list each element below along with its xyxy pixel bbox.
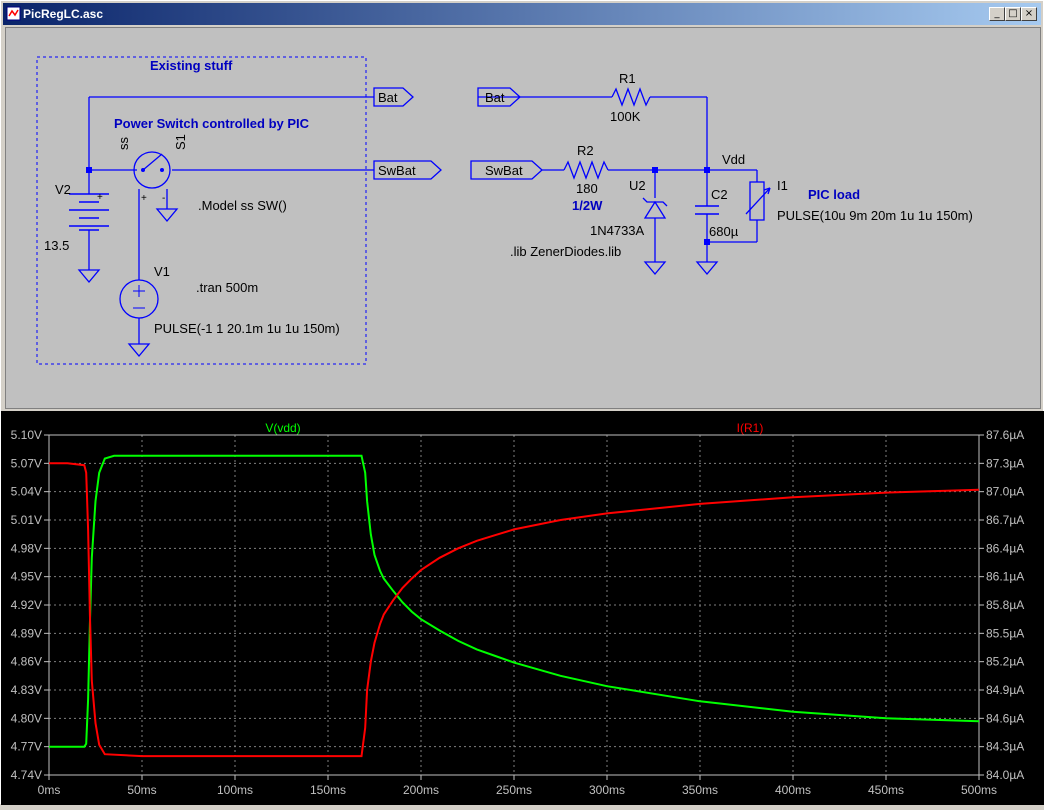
x-tick-label: 500ms [961,783,997,797]
i1-name: I1 [777,178,788,193]
title-bar[interactable]: PicRegLC.asc _ □ × [3,3,1041,25]
schematic-canvas[interactable]: Existing stuff Power Switch controlled b… [6,28,1040,408]
svg-text:SwBat: SwBat [378,163,416,178]
y-left-tick-label: 5.04V [11,485,42,499]
y-right-tick-label: 85.5µA [986,626,1024,640]
svg-text:Bat: Bat [378,90,398,105]
vdd-net-label: Vdd [722,152,745,167]
x-tick-label: 150ms [310,783,346,797]
u2-name: U2 [629,178,646,193]
net-label-bat-out[interactable]: Bat [373,87,414,107]
y-left-tick-label: 4.77V [11,740,42,754]
resistor-r1-symbol[interactable] [611,87,651,107]
net-label-swbat-in[interactable]: SwBat [470,160,543,180]
capacitor-c2-symbol[interactable] [695,205,719,215]
y-right-tick-label: 87.3µA [986,456,1024,470]
r2-value: 180 [576,181,598,196]
x-tick-label: 450ms [868,783,904,797]
x-tick-label: 250ms [496,783,532,797]
zener-diode-symbol[interactable] [642,197,668,219]
c2-value: 680µ [709,224,739,239]
close-button[interactable]: × [1021,7,1037,21]
battery-plus: + [97,192,103,203]
y-left-tick-label: 4.74V [11,768,42,782]
x-tick-label: 300ms [589,783,625,797]
window-title: PicRegLC.asc [23,7,104,21]
c2-name: C2 [711,187,728,202]
y-right-tick-label: 86.7µA [986,513,1024,527]
x-tick-label: 100ms [217,783,253,797]
y-left-tick-label: 4.86V [11,655,42,669]
main-window: PicRegLC.asc _ □ × Existing stuff Power … [0,0,1044,805]
existing-stuff-label: Existing stuff [150,58,233,73]
battery-symbol[interactable] [69,193,109,231]
switch-name: S1 [173,134,188,150]
resistor-r2-symbol[interactable] [563,160,609,180]
i1-value: PULSE(10u 9m 20m 1u 1u 150m) [777,208,973,223]
wires [88,96,758,344]
y-left-tick-label: 5.07V [11,456,42,470]
switch-symbol[interactable] [133,151,171,189]
current-source-symbol[interactable] [745,181,771,221]
y-right-tick-label: 84.6µA [986,711,1024,725]
series-legend-1: I(R1) [737,421,764,435]
series-line-1 [49,462,980,758]
y-right-tick-label: 85.8µA [986,598,1024,612]
r2-power: 1/2W [572,198,603,213]
svg-text:SwBat: SwBat [485,163,523,178]
voltage-source-symbol[interactable] [119,279,159,319]
y-right-tick-label: 84.3µA [986,740,1024,754]
minimize-button[interactable]: _ [989,7,1005,21]
battery-value: 13.5 [44,238,69,253]
x-tick-label: 0ms [38,783,61,797]
y-right-tick-label: 86.4µA [986,541,1024,555]
r1-value: 100K [610,109,641,124]
maximize-button[interactable]: □ [1005,7,1021,21]
y-left-tick-label: 4.98V [11,541,42,555]
y-right-tick-label: 84.9µA [986,683,1024,697]
x-tick-label: 350ms [682,783,718,797]
switch-model: ss [116,137,131,151]
waveform-plot[interactable]: 0ms 50ms 100ms 150ms 200ms 250ms 300ms 350ms 400… [1,411,1044,805]
switch-plus: + [141,193,147,204]
y-left-tick-label: 4.95V [11,570,42,584]
v1-name: V1 [154,264,170,279]
zener-lib: .lib ZenerDiodes.lib [510,244,621,259]
y-left-tick-label: 4.80V [11,711,42,725]
y-right-tick-label: 86.1µA [986,570,1024,584]
pic-load-label: PIC load [808,187,860,202]
model-directive: .Model ss SW() [198,198,287,213]
power-switch-label: Power Switch controlled by PIC [114,116,310,131]
y-right-tick-label: 87.0µA [986,485,1024,499]
x-tick-label: 200ms [403,783,439,797]
series-legend-0: V(vdd) [265,421,300,435]
y-right-tick-label: 85.2µA [986,655,1024,669]
y-left-tick-label: 4.83V [11,683,42,697]
svg-text:Bat: Bat [485,90,505,105]
u2-value: 1N4733A [590,223,645,238]
tran-directive: .tran 500m [196,280,258,295]
r1-name: R1 [619,71,636,86]
y-left-tick-label: 4.89V [11,626,42,640]
x-tick-label: 50ms [127,783,156,797]
battery-name: V2 [55,182,71,197]
y-left-tick-label: 5.01V [11,513,42,527]
y-right-tick-label: 87.6µA [986,428,1024,442]
y-left-tick-label: 5.10V [11,428,42,442]
waveform-viewer[interactable]: 0ms 50ms 100ms 150ms 200ms 250ms 300ms 350ms 400… [1,411,1044,805]
app-icon [6,6,21,21]
switch-minus: - [162,193,165,204]
v1-value: PULSE(-1 1 20.1m 1u 1u 150m) [154,321,340,336]
x-tick-label: 400ms [775,783,811,797]
net-label-swbat-out[interactable]: SwBat [373,160,442,180]
schematic-editor[interactable]: Existing stuff Power Switch controlled b… [5,27,1041,409]
r2-name: R2 [577,143,594,158]
y-left-tick-label: 4.92V [11,598,42,612]
y-right-tick-label: 84.0µA [986,768,1024,782]
